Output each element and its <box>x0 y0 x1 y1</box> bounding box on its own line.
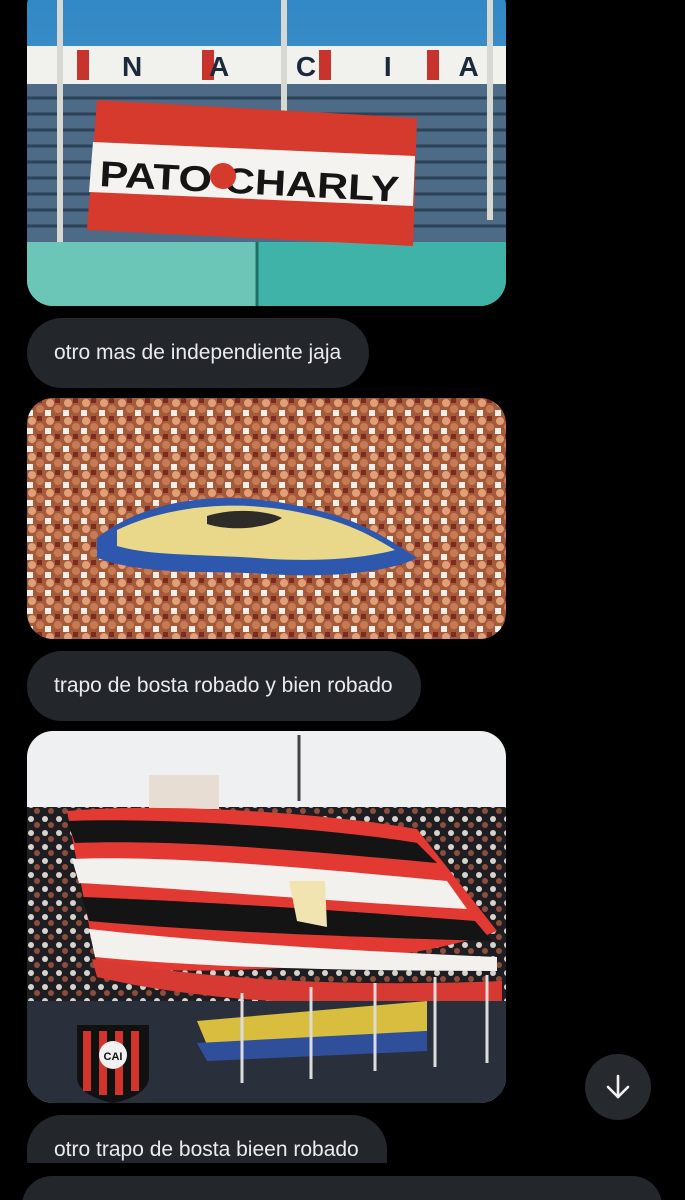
striped-flag-stadium-photo[interactable]: CAI <box>27 731 506 1103</box>
message-bubble[interactable]: otro trapo de bosta bieen robado <box>27 1115 387 1163</box>
message-text: otro mas de independiente jaja <box>54 341 342 364</box>
scroll-to-bottom-button[interactable] <box>585 1054 651 1120</box>
message-bubble[interactable]: trapo de bosta robado y bien robado <box>27 651 421 721</box>
pato-charly-banner-photo[interactable]: N A C I A I <box>27 0 506 306</box>
next-message-bubble[interactable] <box>22 1176 662 1200</box>
stadium-sign-text: N A C I A I <box>122 51 506 82</box>
message-text: trapo de bosta robado y bien robado <box>54 674 393 697</box>
arrow-down-icon <box>606 1074 630 1099</box>
message-bubble[interactable]: otro mas de independiente jaja <box>27 318 370 388</box>
chat-screen: N A C I A I <box>0 0 685 1200</box>
message-text: otro trapo de bosta bieen robado <box>54 1138 359 1161</box>
crest-text: CAI <box>104 1051 123 1063</box>
stolen-flag-crowd-photo[interactable] <box>27 398 506 639</box>
